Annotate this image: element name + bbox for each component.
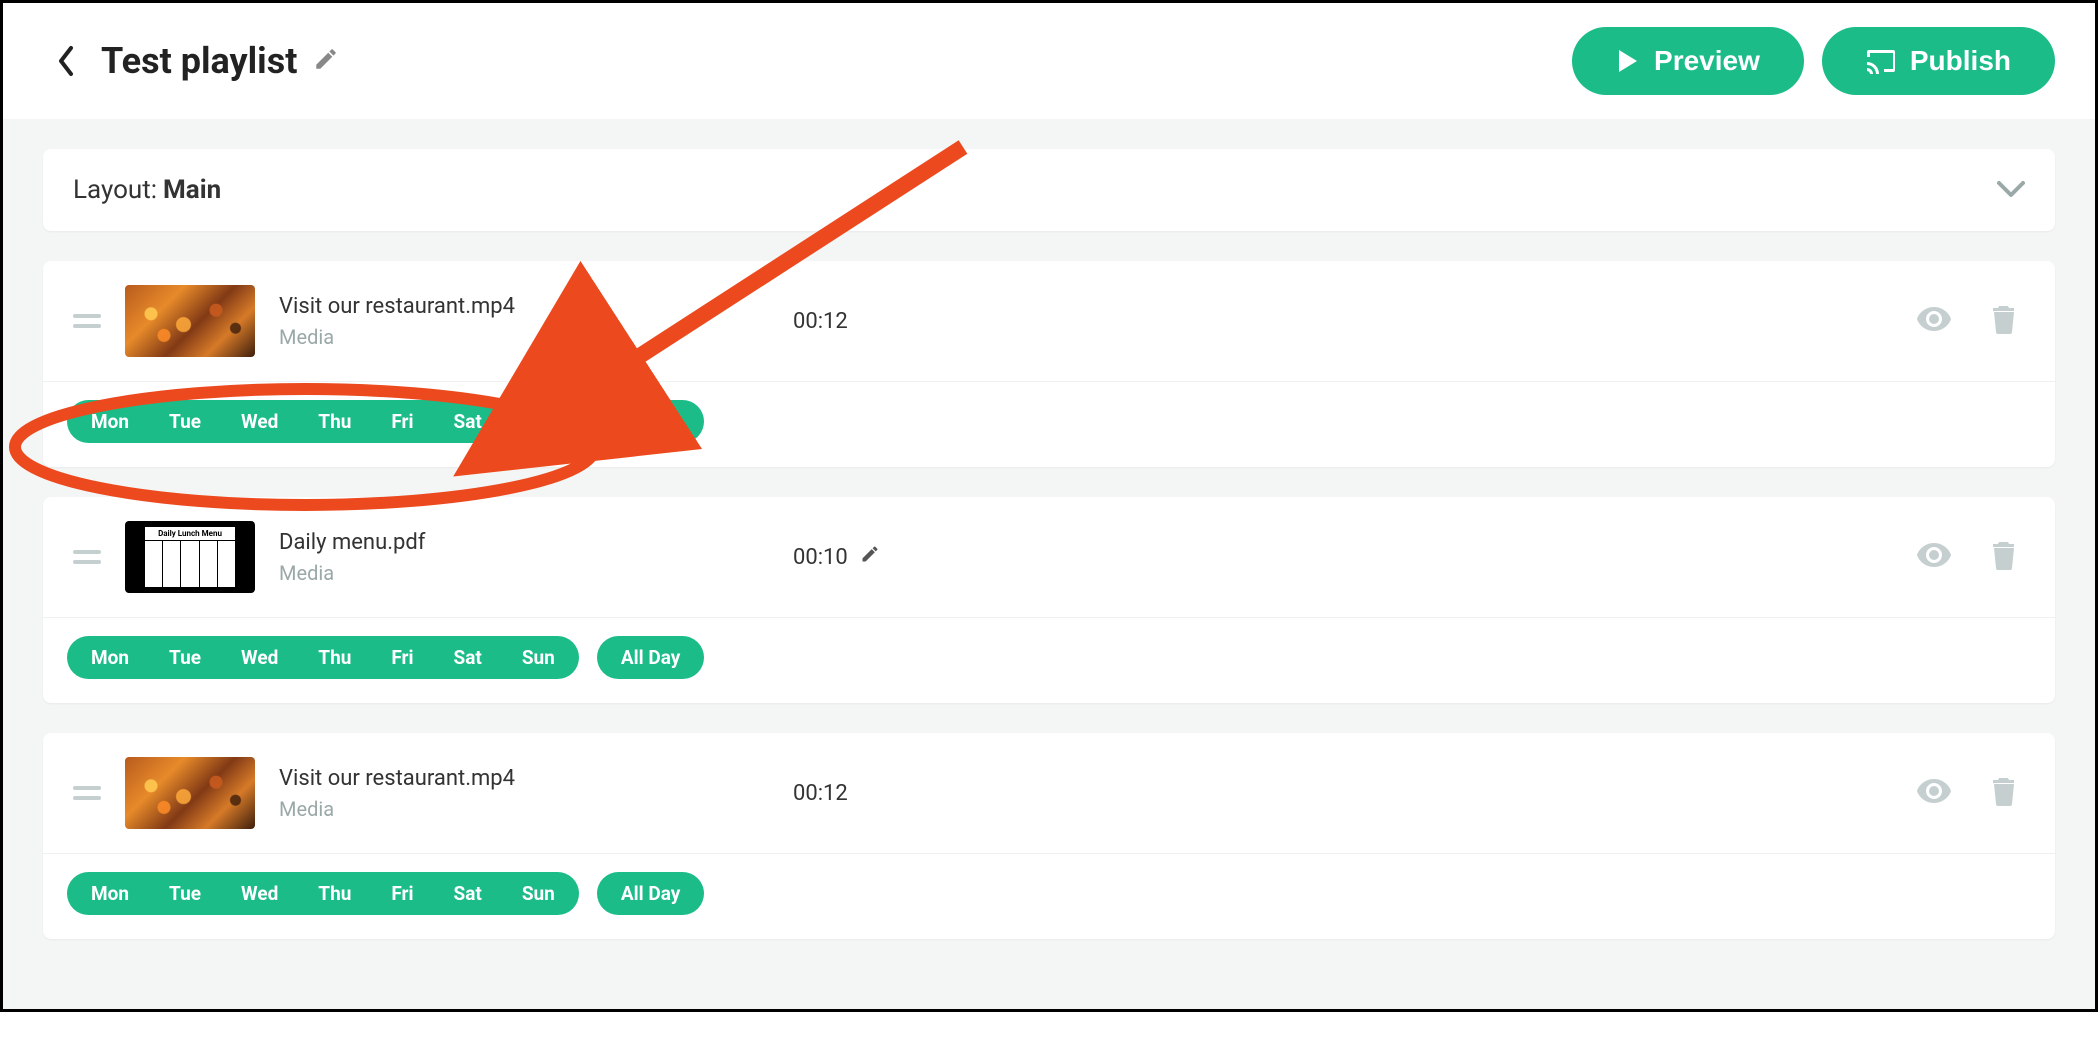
thumbnail-caption: Daily Lunch Menu [145, 527, 235, 541]
trash-icon [1991, 304, 2017, 334]
day-tue[interactable]: Tue [149, 882, 221, 905]
day-fri[interactable]: Fri [371, 646, 433, 669]
drag-handle-icon[interactable] [73, 314, 101, 328]
item-thumbnail[interactable] [125, 285, 255, 357]
delete-button[interactable] [1983, 296, 2025, 346]
visibility-toggle[interactable] [1909, 771, 1959, 815]
day-mon[interactable]: Mon [71, 646, 149, 669]
layout-name: Main [163, 175, 221, 205]
pencil-icon [860, 544, 880, 564]
days-pill: MonTueWedThuFriSatSun [67, 636, 579, 679]
item-title: Daily menu.pdf [279, 530, 719, 555]
day-wed[interactable]: Wed [221, 882, 298, 905]
chevron-down-icon [1997, 180, 2025, 198]
delete-button[interactable] [1983, 768, 2025, 818]
trash-icon [1991, 540, 2017, 570]
item-text: Visit our restaurant.mp4 Media [279, 294, 719, 349]
layout-prefix: Layout: [73, 175, 157, 205]
day-thu[interactable]: Thu [298, 646, 371, 669]
playlist-item: Visit our restaurant.mp4 Media 00:12 MonTue… [43, 733, 2055, 939]
page-header: Test playlist Preview Publish [3, 3, 2095, 119]
eye-icon [1917, 779, 1951, 803]
day-fri[interactable]: Fri [371, 410, 433, 433]
playlist-item: Daily Lunch Menu Daily menu.pdf Media 00:10… [43, 497, 2055, 703]
preview-button[interactable]: Preview [1572, 27, 1804, 95]
visibility-toggle[interactable] [1909, 535, 1959, 579]
day-thu[interactable]: Thu [298, 882, 371, 905]
item-type: Media [279, 325, 719, 349]
day-sat[interactable]: Sat [434, 882, 502, 905]
day-tue[interactable]: Tue [149, 646, 221, 669]
day-sun[interactable]: Sun [502, 646, 575, 669]
eye-icon [1917, 543, 1951, 567]
eye-icon [1917, 307, 1951, 331]
edit-duration-button[interactable] [860, 544, 880, 570]
item-type: Media [279, 561, 719, 585]
page-title: Test playlist [101, 40, 297, 82]
day-mon[interactable]: Mon [71, 882, 149, 905]
play-icon [1616, 48, 1640, 74]
duration-value: 00:12 [793, 781, 848, 806]
layout-row[interactable]: Layout: Main [43, 149, 2055, 231]
item-duration: 00:12 [793, 781, 848, 806]
day-fri[interactable]: Fri [371, 882, 433, 905]
day-wed[interactable]: Wed [221, 646, 298, 669]
all-day-pill[interactable]: All Day [597, 636, 705, 679]
item-thumbnail[interactable]: Daily Lunch Menu [125, 521, 255, 593]
day-thu[interactable]: Thu [298, 410, 371, 433]
cast-icon [1866, 48, 1896, 74]
publish-button[interactable]: Publish [1822, 27, 2055, 95]
edit-title-button[interactable] [313, 46, 339, 76]
duration-value: 00:12 [793, 309, 848, 334]
item-title: Visit our restaurant.mp4 [279, 766, 719, 791]
chevron-left-icon [57, 45, 77, 77]
day-sat[interactable]: Sat [434, 646, 502, 669]
playlist-item-row[interactable]: Visit our restaurant.mp4 Media 00:12 [43, 261, 2055, 382]
day-sun[interactable]: Sun [502, 410, 575, 433]
item-duration: 00:12 [793, 309, 848, 334]
playlist-item-row[interactable]: Daily Lunch Menu Daily menu.pdf Media 00:10 [43, 497, 2055, 618]
expand-layout[interactable] [1997, 175, 2025, 205]
publish-button-label: Publish [1910, 45, 2011, 77]
preview-button-label: Preview [1654, 45, 1760, 77]
delete-button[interactable] [1983, 532, 2025, 582]
content-area: Layout: Main Visit our restaurant.mp4 Med… [3, 119, 2095, 1009]
item-title: Visit our restaurant.mp4 [279, 294, 719, 319]
day-tue[interactable]: Tue [149, 410, 221, 433]
playlist-item-row[interactable]: Visit our restaurant.mp4 Media 00:12 [43, 733, 2055, 854]
item-duration[interactable]: 00:10 [793, 544, 880, 570]
schedule-row: MonTueWedThuFriSatSun All Day [43, 618, 2055, 703]
day-sun[interactable]: Sun [502, 882, 575, 905]
pencil-icon [313, 46, 339, 72]
item-text: Visit our restaurant.mp4 Media [279, 766, 719, 821]
schedule-row: MonTueWedThuFriSatSun All Day [43, 854, 2055, 939]
days-pill: MonTueWedThuFriSatSun [67, 872, 579, 915]
trash-icon [1991, 776, 2017, 806]
item-text: Daily menu.pdf Media [279, 530, 719, 585]
back-button[interactable] [43, 37, 91, 85]
day-wed[interactable]: Wed [221, 410, 298, 433]
all-day-pill[interactable]: All Day [597, 872, 705, 915]
day-mon[interactable]: Mon [71, 410, 149, 433]
schedule-row: MonTueWedThuFriSatSun All Day [43, 382, 2055, 467]
item-type: Media [279, 797, 719, 821]
item-thumbnail[interactable] [125, 757, 255, 829]
drag-handle-icon[interactable] [73, 786, 101, 800]
playlist-item: Visit our restaurant.mp4 Media 00:12 MonTue… [43, 261, 2055, 467]
day-sat[interactable]: Sat [434, 410, 502, 433]
all-day-pill[interactable]: All Day [597, 400, 705, 443]
duration-value: 00:10 [793, 545, 848, 570]
visibility-toggle[interactable] [1909, 299, 1959, 343]
drag-handle-icon[interactable] [73, 550, 101, 564]
days-pill: MonTueWedThuFriSatSun [67, 400, 579, 443]
